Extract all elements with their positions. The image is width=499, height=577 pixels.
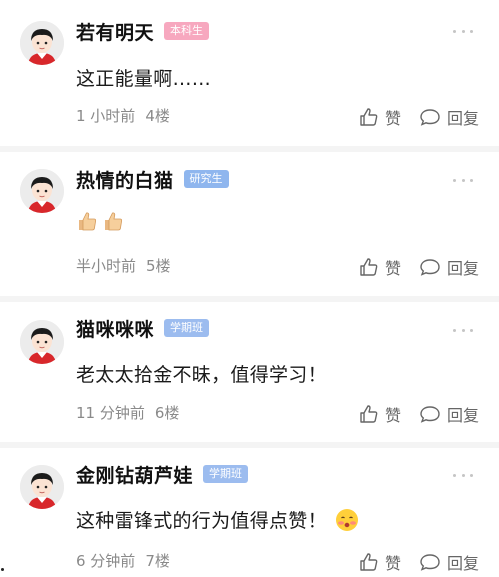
floor-number: 4楼 bbox=[145, 106, 170, 125]
more-options-icon[interactable] bbox=[453, 28, 473, 34]
reply-label: 回复 bbox=[446, 406, 479, 425]
comment-actions: 赞 回复 bbox=[359, 550, 479, 574]
user-badge: 本科生 bbox=[164, 22, 210, 40]
avatar[interactable] bbox=[20, 465, 64, 509]
more-options-icon[interactable] bbox=[453, 472, 473, 478]
author-row: 猫咪咪咪 学期班 bbox=[76, 314, 210, 342]
blushing-face-emoji-icon bbox=[335, 508, 358, 531]
comment-meta: 1 小时前 4楼 bbox=[76, 104, 170, 126]
user-badge: 研究生 bbox=[183, 170, 229, 188]
avatar-boy-icon bbox=[20, 21, 64, 65]
comment-item: 热情的白猫 研究生 半小时前 5楼 赞 回复 bbox=[0, 152, 499, 296]
author-row: 若有明天 本科生 bbox=[76, 17, 210, 45]
comment-meta: 6 分钟前 7楼 bbox=[76, 549, 170, 571]
comment-text: 这正能量啊…… bbox=[76, 68, 212, 90]
reply-bubble-icon bbox=[420, 109, 440, 126]
like-label: 赞 bbox=[384, 406, 401, 425]
comment-actions: 赞 回复 bbox=[359, 402, 479, 426]
more-options-icon[interactable] bbox=[453, 327, 473, 333]
more-options-icon[interactable] bbox=[453, 177, 473, 183]
floor-number: 5楼 bbox=[146, 256, 171, 275]
user-badge: 学期班 bbox=[164, 319, 210, 337]
comment-time: 1 小时前 bbox=[76, 106, 136, 125]
thumbs-up-icon bbox=[360, 258, 378, 276]
thumbs-up-icon bbox=[360, 553, 378, 571]
avatar[interactable] bbox=[20, 320, 64, 364]
comment-text: 老太太拾金不昧，值得学习！ bbox=[76, 364, 327, 386]
comment-text-row: 这种雷锋式的行为值得点赞！ bbox=[76, 506, 359, 533]
reply-label: 回复 bbox=[446, 109, 479, 128]
thumbs-up-icon bbox=[360, 108, 378, 126]
reply-bubble-icon bbox=[420, 554, 440, 571]
comment-meta: 半小时前 5楼 bbox=[76, 254, 171, 276]
comment-time: 半小时前 bbox=[76, 256, 137, 275]
like-label: 赞 bbox=[384, 259, 401, 278]
comment-actions: 赞 回复 bbox=[359, 255, 479, 279]
avatar[interactable] bbox=[20, 21, 64, 65]
floor-number: 7楼 bbox=[145, 551, 170, 570]
like-button[interactable]: 赞 bbox=[359, 105, 401, 129]
avatar-boy-icon bbox=[20, 169, 64, 213]
reply-button[interactable]: 回复 bbox=[419, 105, 479, 129]
comment-actions: 赞 回复 bbox=[359, 105, 479, 129]
thumbs-up-icon bbox=[360, 405, 378, 423]
like-button[interactable]: 赞 bbox=[359, 402, 401, 426]
author-row: 金刚钻葫芦娃 学期班 bbox=[76, 460, 249, 488]
floor-number: 6楼 bbox=[154, 403, 180, 422]
reply-button[interactable]: 回复 bbox=[419, 255, 479, 279]
reply-bubble-icon bbox=[420, 259, 440, 276]
comment-time: 11 分钟前 bbox=[76, 403, 145, 422]
avatar[interactable] bbox=[20, 169, 64, 213]
reply-bubble-icon bbox=[420, 406, 440, 423]
comment-time: 6 分钟前 bbox=[76, 551, 136, 570]
author-name[interactable]: 若有明天 bbox=[76, 18, 154, 45]
like-button[interactable]: 赞 bbox=[359, 550, 401, 574]
author-name[interactable]: 金刚钻葫芦娃 bbox=[76, 461, 193, 488]
comment-item: 猫咪咪咪 学期班 老太太拾金不昧，值得学习！ 11 分钟前 6楼 赞 回复 bbox=[0, 302, 499, 442]
comment-emoji-row bbox=[76, 210, 124, 232]
reply-label: 回复 bbox=[446, 259, 479, 278]
author-name[interactable]: 热情的白猫 bbox=[76, 166, 174, 193]
comment-text: 这种雷锋式的行为值得点赞！ bbox=[76, 510, 327, 532]
user-badge: 学期班 bbox=[203, 465, 249, 483]
author-name[interactable]: 猫咪咪咪 bbox=[76, 315, 154, 342]
reply-label: 回复 bbox=[446, 554, 479, 573]
avatar-boy-icon bbox=[20, 320, 64, 364]
author-row: 热情的白猫 研究生 bbox=[76, 165, 229, 193]
like-button[interactable]: 赞 bbox=[359, 255, 401, 279]
thumbs-up-emoji-icon bbox=[105, 212, 123, 231]
comment-meta: 11 分钟前 6楼 bbox=[76, 401, 179, 423]
edge-artifact-dot bbox=[1, 568, 4, 571]
thumbs-up-emoji-icon bbox=[79, 212, 97, 231]
comment-item: 若有明天 本科生 这正能量啊…… 1 小时前 4楼 赞 回复 bbox=[0, 0, 499, 146]
comment-item: 金刚钻葫芦娃 学期班 这种雷锋式的行为值得点赞！ 6 分钟前 7楼 赞 回复 bbox=[0, 448, 499, 577]
reply-button[interactable]: 回复 bbox=[419, 550, 479, 574]
like-label: 赞 bbox=[384, 554, 401, 573]
reply-button[interactable]: 回复 bbox=[419, 402, 479, 426]
avatar-boy-icon bbox=[20, 465, 64, 509]
like-label: 赞 bbox=[384, 109, 401, 128]
